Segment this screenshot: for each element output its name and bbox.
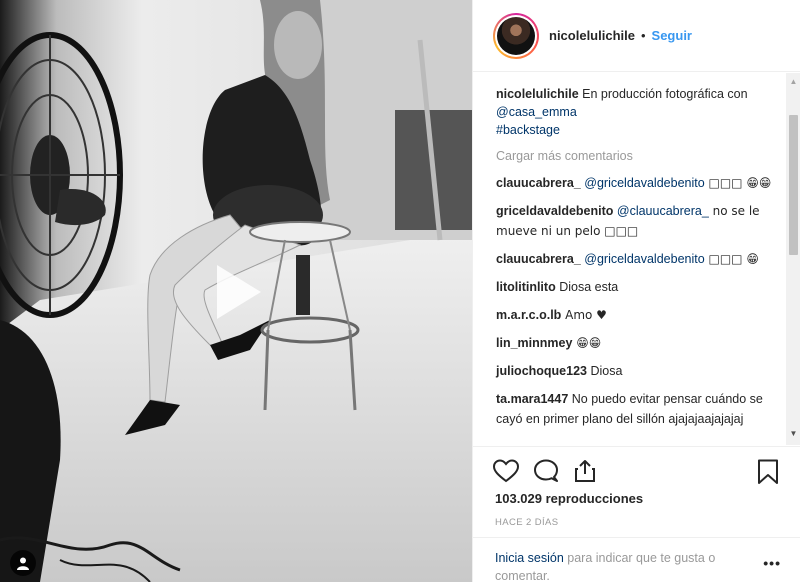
tagged-user-button[interactable] [10,550,36,576]
post-video[interactable] [0,0,472,582]
share-icon [575,460,595,482]
post-details-panel: nicolelulichile • Seguir nicolelulichile… [472,0,800,582]
comment-item: lin_minnmey 😁😁 [496,333,789,353]
bookmark-icon [758,459,778,484]
share-button[interactable] [573,459,597,486]
post-caption: nicolelulichile En producción fotográfic… [496,85,789,139]
comment-item: m.a.r.c.o.lb Amo ♥ [496,305,789,325]
caption-username[interactable]: nicolelulichile [496,87,579,101]
comments-scrollbar[interactable]: ▲ ▼ [786,73,800,445]
comment-button[interactable] [533,459,559,486]
comment-username[interactable]: clauucabrera_ [496,252,581,266]
comment-mention[interactable]: @clauucabrera_ [617,204,709,218]
scroll-up-arrow-icon[interactable]: ▲ [786,77,800,89]
author-username[interactable]: nicolelulichile [549,28,635,43]
comment-username[interactable]: juliochoque123 [496,364,587,378]
comment-text: □□□ 😁😁 [704,176,772,190]
comment-username[interactable]: lin_minnmey [496,336,572,350]
comment-username[interactable]: clauucabrera_ [496,176,581,190]
comment-username[interactable]: m.a.r.c.o.lb [496,308,561,322]
play-button[interactable] [199,257,269,327]
login-link[interactable]: Inicia sesión [495,551,564,565]
caption-hashtag[interactable]: #backstage [496,123,560,137]
comments-list[interactable]: nicolelulichile En producción fotográfic… [473,73,789,445]
header-separator: • [640,28,646,43]
comment-text: Amo ♥ [561,308,607,322]
comment-item: clauucabrera_ @griceldavaldebenito □□□ 😁… [496,173,789,193]
comment-username[interactable]: ta.mara1447 [496,392,568,406]
author-avatar[interactable] [493,12,539,59]
caption-text: En producción fotográfica con [582,87,748,101]
comment-mention[interactable]: @griceldavaldebenito [584,252,704,266]
comment-mention[interactable]: @griceldavaldebenito [584,176,704,190]
comment-text: 😁😁 [572,336,602,350]
comment-item: clauucabrera_ @griceldavaldebenito □□□ 😁 [496,249,789,269]
scrollbar-thumb[interactable] [789,115,798,255]
comment-text: Diosa [587,364,623,378]
post-actions: 103.029 reproducciones HACE 2 DÍAS Inici… [473,446,800,582]
comment-icon [534,459,558,482]
scroll-down-arrow-icon[interactable]: ▼ [786,429,800,441]
play-icon [217,265,261,319]
comment-text: □□□ 😁 [704,252,759,266]
save-button[interactable] [757,459,779,488]
heart-icon [492,459,520,483]
comment-item: juliochoque123 Diosa [496,361,789,381]
post-header: nicolelulichile • Seguir [473,0,800,72]
comment-username[interactable]: griceldavaldebenito [496,204,613,218]
like-button[interactable] [492,459,520,486]
post-timestamp[interactable]: HACE 2 DÍAS [495,517,559,528]
caption-mention[interactable]: @casa_emma [496,105,577,119]
login-prompt: Inicia sesión para indicar que te gusta … [473,537,800,582]
comment-item: ta.mara1447 No puedo evitar pensar cuánd… [496,389,789,429]
follow-button[interactable]: Seguir [652,28,692,43]
comment-text: Diosa esta [555,280,619,294]
more-options-button[interactable]: ••• [763,555,781,571]
view-count[interactable]: 103.029 reproducciones [495,491,643,506]
comment-item: griceldavaldebenito @clauucabrera_ no se… [496,201,789,241]
load-more-comments-button[interactable]: Cargar más comentarios [496,147,789,165]
comment-username[interactable]: litolitinlito [496,280,556,294]
user-icon [17,557,29,570]
comment-item: litolitinlito Diosa esta [496,277,789,297]
